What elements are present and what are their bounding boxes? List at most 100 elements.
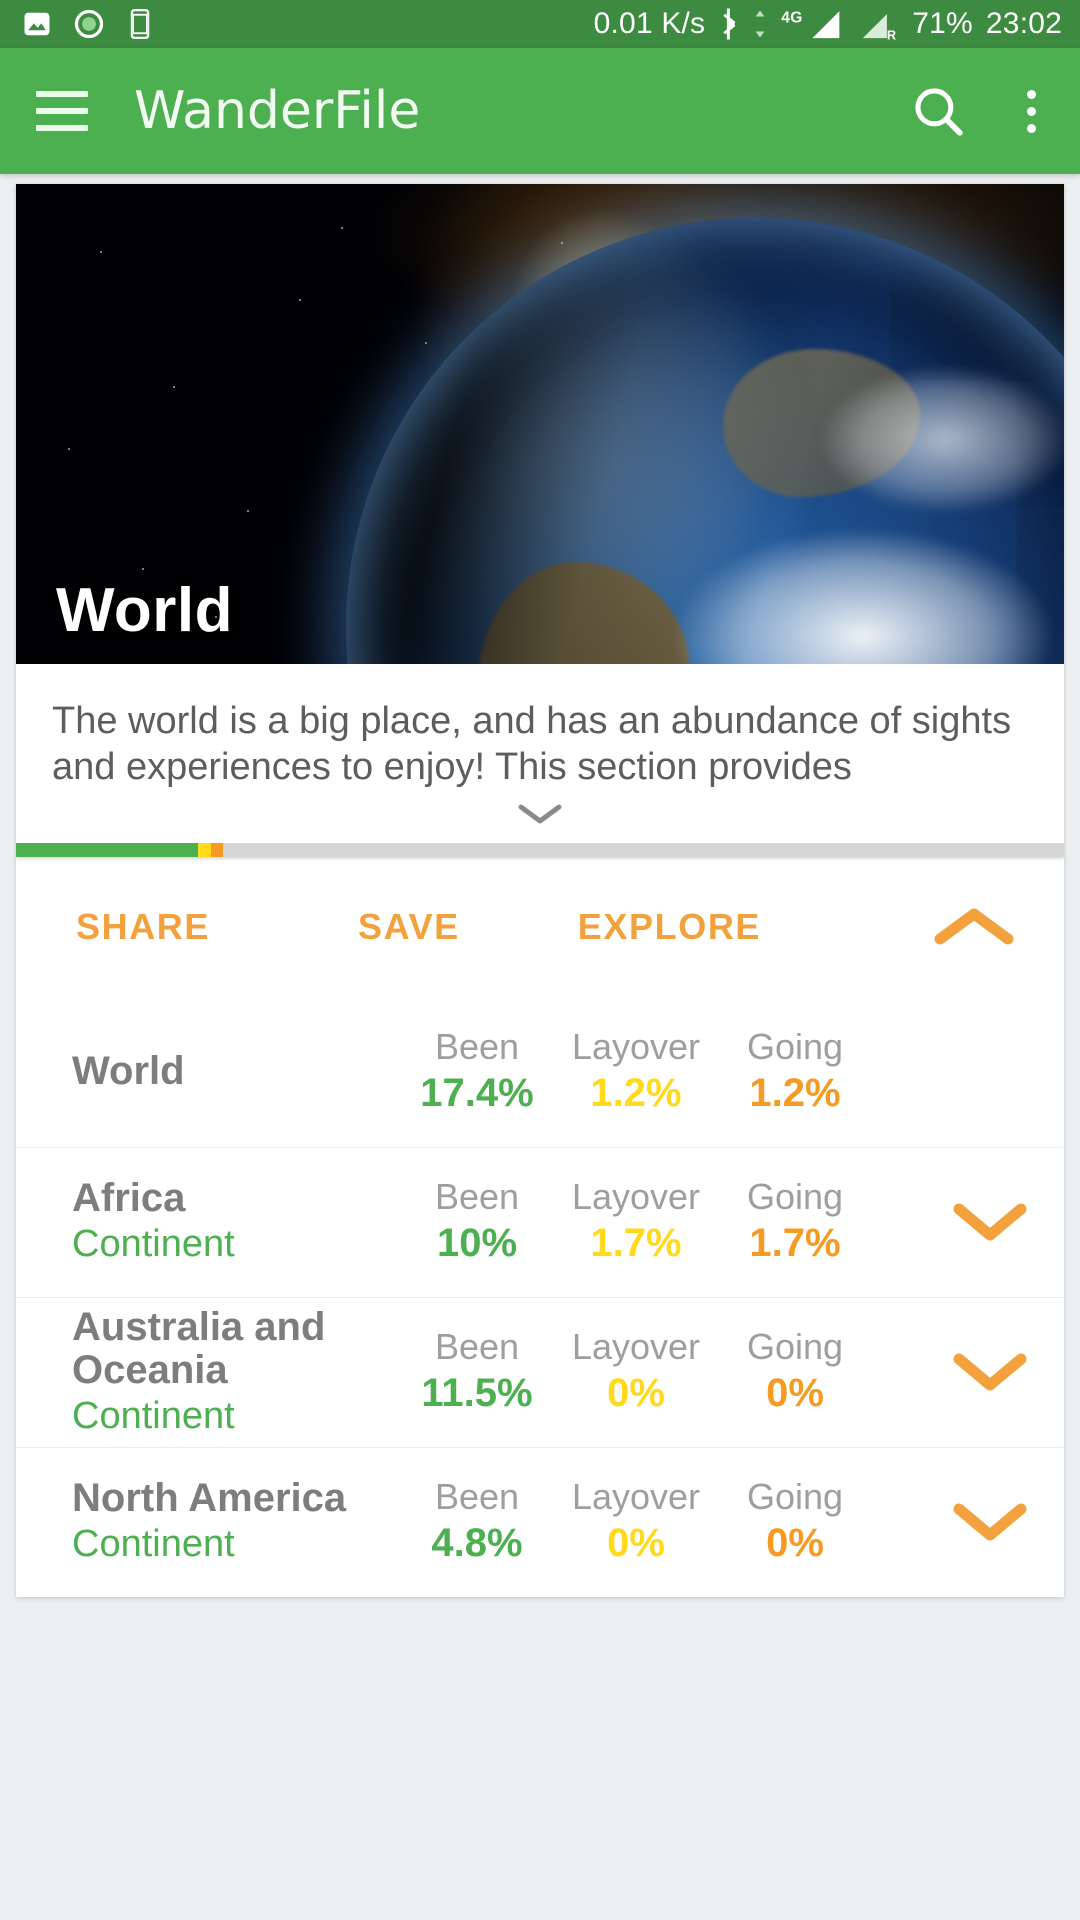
stat-value-layover: 1.2% [590,1070,682,1115]
app-bar: WanderFile [0,48,1080,174]
chevron-down-icon [518,804,562,824]
row-title: Australia and Oceania [72,1304,326,1392]
share-button[interactable]: SHARE [76,906,210,948]
stat-label-layover: Layover [571,1176,701,1218]
row-name-cell: Africa Continent [72,1177,402,1267]
stat-label-going: Going [746,1476,844,1518]
row-subtitle: Continent [72,1223,235,1266]
row-title: North America [72,1476,347,1521]
expand-description-button[interactable] [52,791,1028,841]
save-button[interactable]: SAVE [358,906,460,948]
row-subtitle: Continent [72,1523,235,1566]
stat-value-been: 4.8% [431,1521,523,1566]
hamburger-menu-icon[interactable] [36,91,88,131]
status-bar: 0.01 K/s 4G R 71% 23:02 [0,0,1080,48]
stat-value-layover: 0% [607,1371,665,1416]
stat-value-layover: 1.7% [590,1221,682,1266]
stat-value-going: 1.7% [749,1221,841,1266]
chevron-down-icon [953,1203,1027,1241]
region-list: World Been 17.4% Layover 1.2% Going 1.2% [16,996,1064,1597]
hero-card: World The world is a big place, and has … [16,184,1064,857]
progress-segment-going [210,842,224,857]
clock: 23:02 [985,7,1062,40]
screen-rotate-icon [126,9,154,39]
row-expand-button[interactable] [942,1501,1038,1543]
table-row[interactable]: World Been 17.4% Layover 1.2% Going 1.2% [16,997,1064,1147]
stat-going: Going 1.7% [720,1176,870,1267]
stat-label-been: Been [434,1476,520,1518]
page-title: World [56,576,233,645]
stat-value-going: 0% [766,1371,824,1416]
stat-going: Going 1.2% [720,1025,870,1117]
stat-value-been: 17.4% [420,1070,534,1115]
stat-label-layover: Layover [571,1326,701,1368]
stat-going: Going 0% [720,1326,870,1417]
bluetooth-icon [718,7,740,41]
stat-label-been: Been [434,1025,520,1067]
battery-percent: 71% [912,7,973,40]
stat-value-been: 10% [436,1221,518,1266]
action-bar: SHARE SAVE EXPLORE [16,857,1064,997]
app-root: 0.01 K/s 4G R 71% 23:02 WanderFile World… [0,0,1080,1920]
row-title: World [72,1049,185,1094]
stat-value-been: 11.5% [421,1371,533,1416]
stat-label-going: Going [746,1025,844,1067]
stat-label-going: Going [746,1176,844,1218]
description-text: The world is a big place, and has an abu… [52,700,1012,789]
row-name-cell: Australia and Oceania Continent [72,1304,402,1439]
row-stats: Been 17.4% Layover 1.2% Going 1.2% [402,1025,942,1117]
chevron-down-icon [953,1353,1027,1391]
signal-roaming-icon: R [855,7,899,41]
svg-text:4G: 4G [782,10,803,27]
image-icon [22,9,52,39]
stat-value-going: 0% [766,1521,824,1566]
status-bar-left-icons [22,9,154,39]
stat-label-layover: Layover [571,1476,701,1518]
table-row[interactable]: Australia and Oceania Continent Been 11.… [16,1296,1064,1447]
stat-layover: Layover 1.7% [552,1176,720,1267]
status-bar-right: 0.01 K/s 4G R 71% 23:02 [594,7,1062,41]
record-icon [74,9,104,39]
hero-image: World [16,184,1064,664]
row-subtitle: Continent [72,1394,235,1437]
svg-text:R: R [887,28,897,41]
signal-4g-icon: 4G [780,7,842,41]
row-name-cell: North America Continent [72,1477,402,1567]
stat-label-been: Been [434,1176,520,1218]
row-title: Africa [72,1176,186,1221]
stat-label-going: Going [746,1326,844,1368]
stat-label-been: Been [434,1326,520,1368]
stat-value-layover: 0% [607,1521,665,1566]
progress-segment-layover [198,842,211,857]
stat-value-going: 1.2% [749,1070,841,1115]
row-stats: Been 10% Layover 1.7% Going 1.7% [402,1176,942,1267]
row-expand-button[interactable] [942,1351,1038,1393]
app-title: WanderFile [134,81,421,141]
stat-been: Been 10% [402,1176,552,1267]
stat-been: Been 11.5% [402,1326,552,1417]
data-transfer-icon [753,9,767,39]
row-name-cell: World [72,1049,402,1094]
description-section: The world is a big place, and has an abu… [16,664,1064,841]
stat-layover: Layover 1.2% [552,1026,720,1117]
stat-layover: Layover 0% [552,1476,720,1567]
progress-segment-been [16,842,199,857]
stat-going: Going 0% [720,1476,870,1567]
progress-bar [16,842,1064,857]
table-row[interactable]: North America Continent Been 4.8% Layove… [16,1446,1064,1597]
progress-segment-remaining [223,842,1064,857]
chevron-down-icon [953,1503,1027,1541]
chevron-up-icon[interactable] [932,905,1016,949]
app-bar-actions [909,82,1050,140]
more-options-icon[interactable] [1013,84,1050,139]
stat-been: Been 17.4% [402,1025,552,1117]
table-row[interactable]: Africa Continent Been 10% Layover 1.7% G… [16,1146,1064,1297]
stat-layover: Layover 0% [552,1326,720,1417]
content-card: SHARE SAVE EXPLORE World Been 17.4% Layo… [16,856,1064,1597]
search-icon[interactable] [909,82,967,140]
row-stats: Been 11.5% Layover 0% Going 0% [402,1326,942,1417]
row-expand-button[interactable] [942,1201,1038,1243]
explore-button[interactable]: EXPLORE [578,906,761,948]
network-speed: 0.01 K/s [593,7,706,40]
stat-been: Been 4.8% [402,1476,552,1567]
